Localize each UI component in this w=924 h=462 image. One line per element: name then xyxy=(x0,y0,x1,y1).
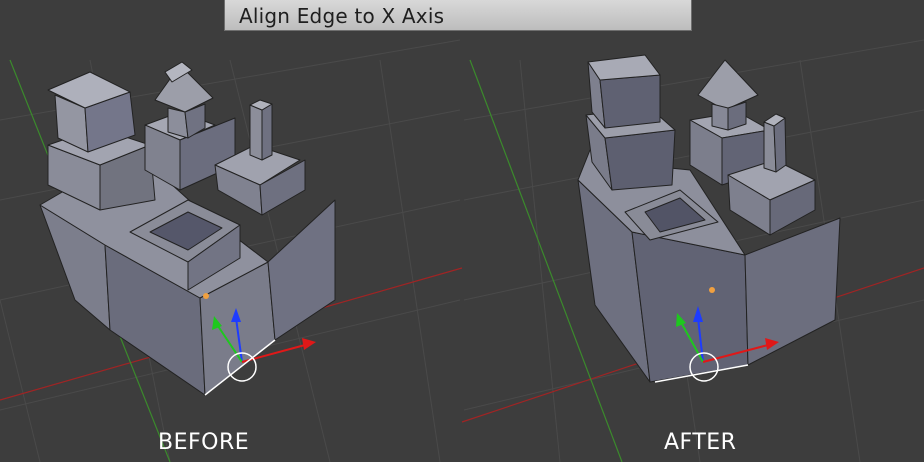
mesh-after[interactable] xyxy=(577,54,841,383)
x-arrow-icon[interactable] xyxy=(302,338,316,350)
operator-title: Align Edge to X Axis xyxy=(239,4,445,28)
viewport[interactable] xyxy=(0,0,924,462)
object-origin-dot xyxy=(709,287,715,293)
mesh-before[interactable] xyxy=(39,61,336,396)
after-label: AFTER xyxy=(664,430,737,455)
operator-title-bar: Align Edge to X Axis xyxy=(224,0,692,31)
object-origin-dot xyxy=(203,293,209,299)
before-label: BEFORE xyxy=(158,430,250,455)
